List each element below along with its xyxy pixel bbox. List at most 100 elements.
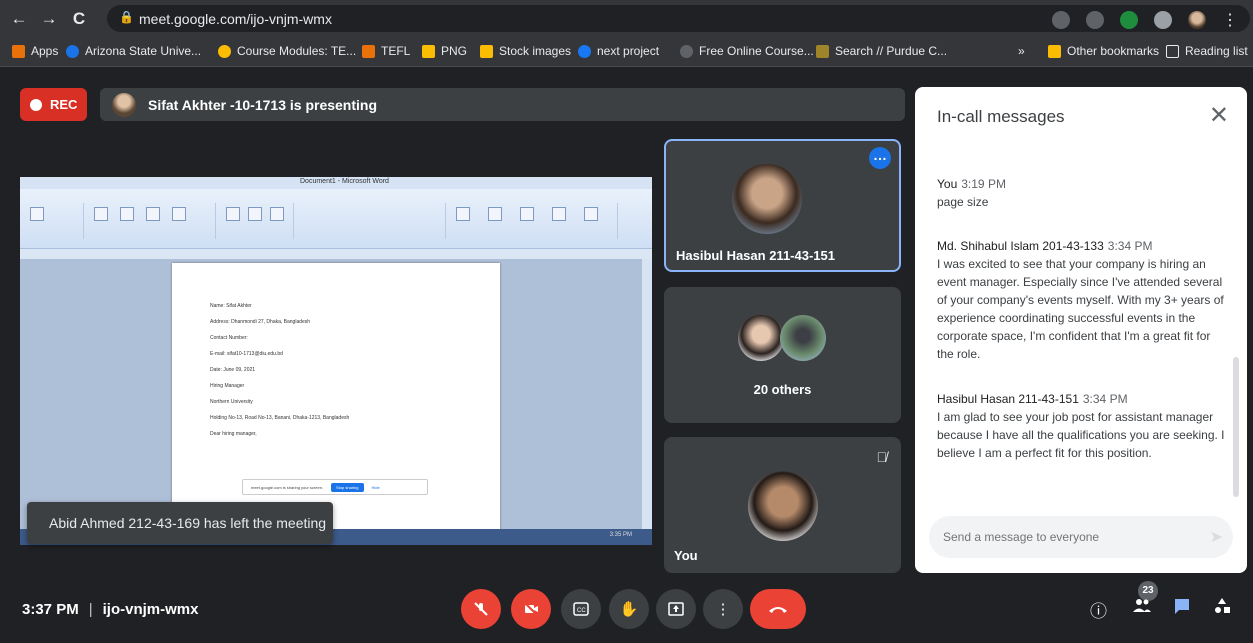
watermark-icon: [226, 207, 240, 221]
back-icon[interactable]: ←: [8, 8, 30, 30]
page-borders-icon: [270, 207, 284, 221]
align-icon: [552, 207, 566, 221]
message-time: 3:34 PM: [1082, 392, 1128, 406]
message-time: 3:19 PM: [961, 177, 1006, 191]
self-tile[interactable]: 🎙̸ You: [664, 437, 901, 573]
doc-line: Hiring Manager: [210, 383, 245, 389]
bring-to-front-icon: [488, 207, 502, 221]
message-sender: You: [937, 177, 958, 191]
chat-message-input[interactable]: [929, 516, 1233, 558]
folder-icon: [422, 44, 435, 58]
doc-line: Holding No-13, Road No-13, Banani, Dhaka…: [210, 415, 350, 421]
address-bar[interactable]: 🔒 meet.google.com/ijo-vnjm-wmx ⋮: [107, 5, 1250, 32]
participant-name: You: [674, 548, 698, 563]
bookmark-favicon-icon: [680, 44, 693, 58]
message-sender: Hasibul Hasan 211-43-151: [937, 392, 1079, 406]
activities-icon[interactable]: [1213, 597, 1231, 620]
mic-off-icon[interactable]: [461, 589, 501, 629]
shared-screen: Document1 - Microsoft Word Name: Sifat A…: [20, 177, 652, 545]
bookmark-next-project[interactable]: next project: [578, 44, 659, 58]
bookmark-tefl[interactable]: TEFL: [362, 44, 410, 58]
bookmark-favicon-icon: [816, 44, 829, 58]
facebook-icon: [578, 44, 591, 58]
ribbon-group-page-setup: [86, 203, 216, 239]
reload-icon[interactable]: C: [68, 8, 90, 30]
doc-line: Name: Sifat Akhter: [210, 303, 252, 309]
camera-off-icon[interactable]: [511, 589, 551, 629]
close-icon[interactable]: ✕: [1209, 101, 1229, 130]
present-icon[interactable]: [656, 589, 696, 629]
screen-share-notice: meet.google.com is sharing your screen. …: [242, 479, 428, 495]
puzzle-icon[interactable]: [1154, 11, 1172, 29]
control-bar: 3:37 PM | ijo-vnjm-wmx CC ✋ ⋮ ⓘ 23: [0, 573, 1253, 643]
info-icon[interactable]: ⓘ: [1090, 597, 1107, 622]
bookmark-stock-images[interactable]: Stock images: [480, 44, 571, 58]
doc-line: Northern University: [210, 399, 253, 405]
size-icon: [146, 207, 160, 221]
page-color-icon: [248, 207, 262, 221]
folder-icon: [1048, 44, 1061, 58]
browser-menu-icon[interactable]: ⋮: [1222, 10, 1238, 30]
hide-button[interactable]: Hide: [372, 485, 380, 490]
ribbon-group-themes: [24, 203, 84, 239]
bookmark-arizona[interactable]: Arizona State Unive...: [66, 44, 201, 58]
meeting-info-separator: |: [88, 601, 93, 618]
doc-line: Address: Dhanmondi 27, Dhaka, Bangladesh: [210, 319, 311, 325]
bookmark-free-online-course[interactable]: Free Online Course...: [680, 44, 814, 58]
bookmark-png[interactable]: PNG: [422, 44, 467, 58]
meeting-code: ijo-vnjm-wmx: [102, 601, 199, 618]
bookmark-favicon-icon: [218, 44, 231, 58]
forward-icon[interactable]: →: [38, 8, 60, 30]
presenter-avatar: [112, 92, 136, 117]
send-to-back-icon: [520, 207, 534, 221]
end-call-icon[interactable]: [750, 589, 806, 629]
themes-icon: [30, 207, 44, 221]
message-list[interactable]: You 3:19 PM page size Md. Shihabul Islam …: [937, 147, 1227, 497]
browser-toolbar: ← → C 🔒 meet.google.com/ijo-vnjm-wmx ⋮: [0, 0, 1253, 37]
reading-list-icon: [1166, 44, 1179, 58]
bookmark-purdue[interactable]: Search // Purdue C...: [816, 44, 947, 58]
participant-tile-group[interactable]: 20 others: [664, 287, 901, 423]
reading-list[interactable]: Reading list: [1166, 44, 1248, 58]
bookmarks-overflow-button[interactable]: »: [1018, 44, 1025, 58]
avatar: [780, 315, 826, 361]
in-call-messages-panel: In-call messages ✕ You 3:19 PM page size …: [915, 87, 1247, 573]
avatar: [738, 315, 784, 361]
other-bookmarks[interactable]: Other bookmarks: [1048, 44, 1159, 58]
participant-tile[interactable]: … Hasibul Hasan 211-43-151: [664, 139, 901, 272]
extension-g-icon[interactable]: [1120, 11, 1138, 29]
bookmark-apps[interactable]: Apps: [12, 44, 58, 58]
avatar: [732, 164, 802, 234]
chat-message: Md. Shihabul Islam 201-43-133 3:34 PM I w…: [937, 239, 1227, 363]
meeting-info: 3:37 PM | ijo-vnjm-wmx: [22, 601, 198, 618]
captions-icon[interactable]: CC: [561, 589, 601, 629]
bookmarks-bar: Apps Arizona State Unive... Course Modul…: [0, 37, 1253, 67]
more-options-icon[interactable]: ⋮: [703, 589, 743, 629]
people-icon[interactable]: [1132, 597, 1152, 618]
presenting-text: Sifat Akhter -10-1713 is presenting: [148, 96, 378, 113]
bookmark-course-modules[interactable]: Course Modules: TE...: [218, 44, 356, 58]
chat-icon[interactable]: [1173, 597, 1191, 620]
word-ruler: [20, 249, 652, 259]
message-text: I am glad to see your job post for assis…: [937, 410, 1225, 460]
profile-avatar[interactable]: [1188, 11, 1206, 29]
presenting-banner: Sifat Akhter -10-1713 is presenting: [100, 88, 905, 121]
chat-scrollbar[interactable]: [1233, 357, 1239, 497]
camera-indicator-icon[interactable]: [1052, 11, 1070, 29]
mic-off-icon: 🎙̸: [876, 449, 888, 465]
message-text: I was excited to see that your company i…: [937, 257, 1224, 361]
panel-title: In-call messages: [937, 107, 1065, 126]
send-icon[interactable]: ➤: [1210, 527, 1223, 547]
taskbar-clock: 3:35 PM: [609, 532, 632, 538]
folder-icon: [480, 44, 493, 58]
margins-icon: [94, 207, 108, 221]
record-dot-icon: [30, 98, 42, 111]
extension-icons: ⋮: [1052, 10, 1238, 30]
raise-hand-icon[interactable]: ✋: [609, 589, 649, 629]
star-icon[interactable]: [1086, 11, 1104, 29]
message-text: page size: [937, 195, 989, 209]
svg-text:CC: CC: [577, 608, 586, 614]
doc-line: E-mail: sifat10-1713@diu.edu.bd: [210, 351, 283, 357]
more-options-icon[interactable]: …: [869, 147, 891, 169]
stop-sharing-button[interactable]: Stop sharing: [331, 482, 364, 492]
